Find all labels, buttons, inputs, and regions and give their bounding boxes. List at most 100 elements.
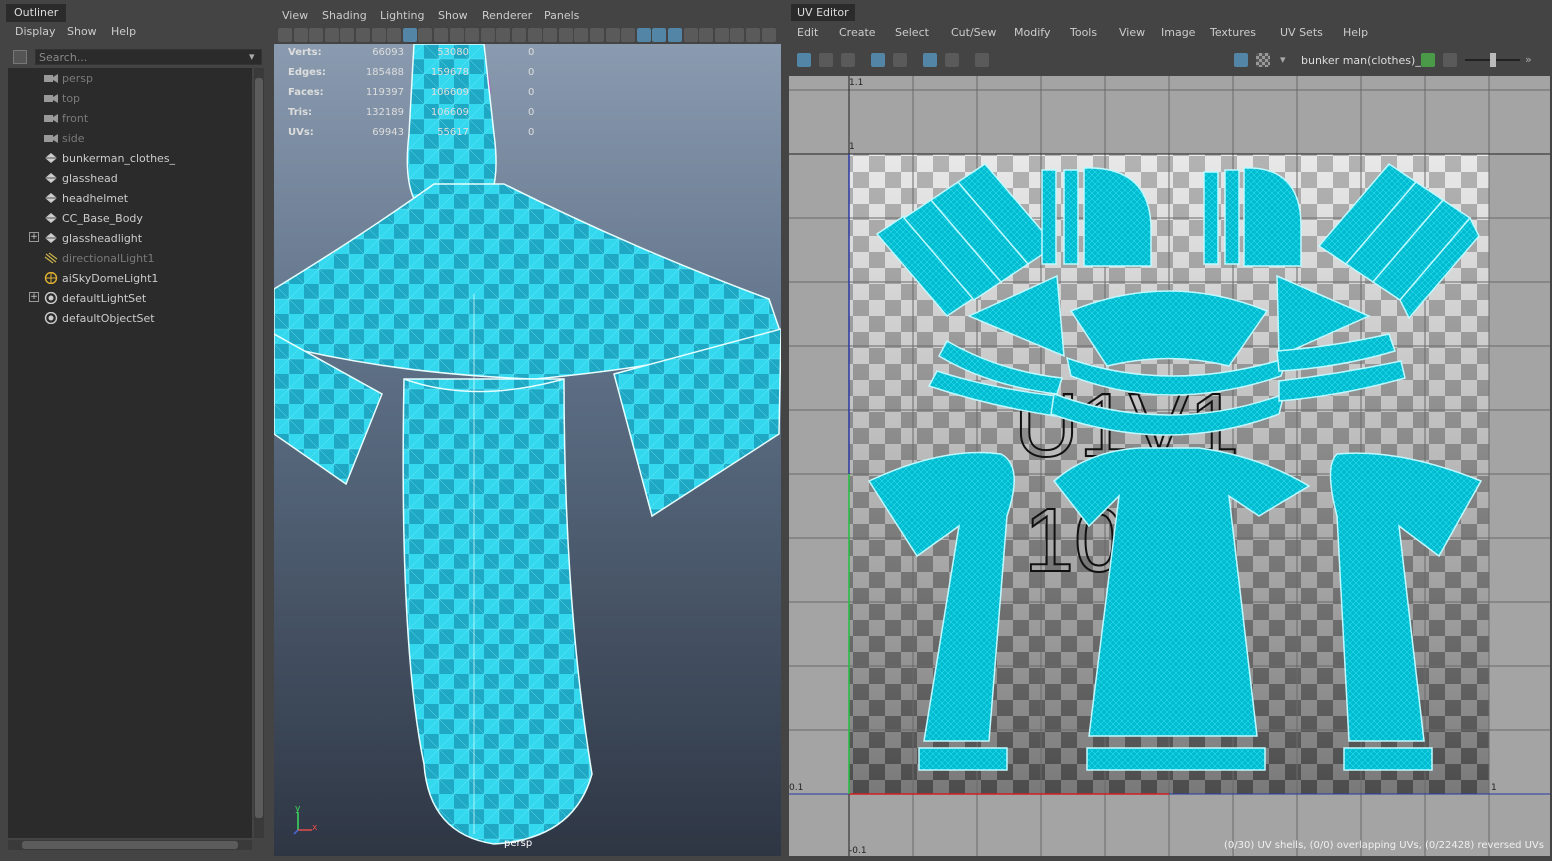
viewport-menu-panels[interactable]: Panels: [544, 9, 579, 22]
viewport-tool-icon[interactable]: [543, 28, 558, 42]
toolbar-overflow-icon[interactable]: »: [1525, 53, 1532, 66]
snapshot-camera-icon[interactable]: [975, 53, 989, 67]
uv-menu-help[interactable]: Help: [1343, 26, 1368, 39]
hud-stat-selected: 53080: [437, 47, 469, 58]
image-icon[interactable]: [1443, 53, 1457, 67]
hud-stat-label: Verts:: [288, 47, 322, 58]
outliner-item-directionallight1[interactable]: directionalLight1: [8, 248, 252, 268]
outliner-item-aiskydomelight1[interactable]: aiSkyDomeLight1: [8, 268, 252, 288]
outliner-item-defaultobjectset[interactable]: defaultObjectSet: [8, 308, 252, 328]
viewport-tool-icon[interactable]: [371, 28, 386, 42]
uv-menu-view[interactable]: View: [1119, 26, 1145, 39]
uv-select-shell-icon[interactable]: [797, 53, 811, 67]
chevron-down-icon[interactable]: ▾: [1280, 53, 1286, 66]
directional-light-icon: [44, 252, 58, 264]
chevron-down-icon[interactable]: ▾: [249, 50, 255, 63]
uv-menu-tools[interactable]: Tools: [1070, 26, 1097, 39]
uv-menu-image[interactable]: Image: [1161, 26, 1195, 39]
viewport-tool-icon[interactable]: [558, 28, 573, 42]
viewport-tool-icon[interactable]: [590, 28, 604, 42]
viewport-menu-view[interactable]: View: [282, 9, 308, 22]
uv-menu-edit[interactable]: Edit: [797, 26, 818, 39]
viewport-tool-icon[interactable]: [605, 28, 620, 42]
viewport-tool-icon[interactable]: [340, 28, 355, 42]
texture-name-dropdown[interactable]: bunker man(clothes)_l: [1301, 54, 1424, 67]
outliner-search-input[interactable]: Search... ▾: [35, 49, 262, 65]
viewport-menu-show[interactable]: Show: [438, 9, 468, 22]
outliner-tab[interactable]: Outliner: [6, 4, 67, 22]
uv-coord-bottom: -0.1: [849, 846, 867, 856]
mesh-icon: [44, 172, 58, 184]
viewport-menu-lighting[interactable]: Lighting: [380, 9, 424, 22]
viewport-tool-icon[interactable]: [730, 28, 745, 42]
viewport-tool-icon[interactable]: [512, 28, 526, 42]
outliner-item-label: persp: [62, 72, 93, 85]
expand-icon[interactable]: +: [29, 292, 39, 302]
viewport-tool-icon[interactable]: [652, 28, 667, 42]
outliner-item-top[interactable]: top: [8, 88, 252, 108]
uv-menu-select[interactable]: Select: [895, 26, 929, 39]
viewport-tool-icon[interactable]: [387, 28, 402, 42]
uv-canvas[interactable]: U1V1 1001: [789, 76, 1550, 856]
outliner-hscrollbar[interactable]: [8, 840, 252, 850]
uv-tool-icon[interactable]: [871, 53, 885, 67]
viewport-tool-icon[interactable]: [402, 28, 417, 42]
outliner-item-front[interactable]: front: [8, 108, 252, 128]
viewport-menu-renderer[interactable]: Renderer: [482, 9, 532, 22]
viewport-tool-icon[interactable]: [714, 28, 729, 42]
uv-menu-cut-sew[interactable]: Cut/Sew: [951, 26, 996, 39]
viewport-tool-icon[interactable]: [418, 28, 433, 42]
outliner-item-glasshead[interactable]: glasshead: [8, 168, 252, 188]
uv-menu-modify[interactable]: Modify: [1014, 26, 1050, 39]
outliner-item-side[interactable]: side: [8, 128, 252, 148]
filter-icon[interactable]: [13, 50, 27, 64]
viewport-tool-icon[interactable]: [746, 28, 760, 42]
viewport-tool-icon[interactable]: [465, 28, 480, 42]
viewport-tool-icon[interactable]: [293, 28, 308, 42]
uv-menu-uv-sets[interactable]: UV Sets: [1280, 26, 1323, 39]
uv-menu-create[interactable]: Create: [839, 26, 876, 39]
viewport-tool-icon[interactable]: [496, 28, 511, 42]
viewport-tool-icon[interactable]: [683, 28, 698, 42]
outliner-item-cc-base-body[interactable]: CC_Base_Body: [8, 208, 252, 228]
uv-tool-icon[interactable]: [893, 53, 907, 67]
expand-icon[interactable]: +: [29, 232, 39, 242]
uv-tool-icon[interactable]: [819, 53, 833, 67]
viewport-tool-icon[interactable]: [527, 28, 542, 42]
outliner-menu-help[interactable]: Help: [111, 25, 136, 38]
axis-y-label: y: [295, 804, 301, 814]
viewport-tool-icon[interactable]: [699, 28, 714, 42]
viewport-3d-view[interactable]: Verts: 66093 53080 0 Edges: 185488 159678 0 Face…: [274, 44, 781, 856]
exposure-slider[interactable]: [1465, 53, 1520, 67]
outliner-menu-display[interactable]: Display: [15, 25, 56, 38]
viewport-tool-icon[interactable]: [356, 28, 370, 42]
viewport-tool-icon[interactable]: [636, 28, 651, 42]
outliner-item-defaultlightset[interactable]: + defaultLightSet: [8, 288, 252, 308]
persp-viewport-panel: View Shading Lighting Show Renderer Pane…: [270, 0, 785, 861]
uv-editor-tab[interactable]: UV Editor: [791, 4, 855, 21]
viewport-tool-icon[interactable]: [449, 28, 464, 42]
viewport-tool-icon[interactable]: [621, 28, 636, 42]
outliner-vscrollbar[interactable]: [254, 68, 264, 838]
outliner-item-bunkerman-clothes[interactable]: bunkerman_clothes_: [8, 148, 252, 168]
checker-toggle-icon[interactable]: [1256, 53, 1270, 67]
outliner-item-persp[interactable]: persp: [8, 68, 252, 88]
viewport-tool-icon[interactable]: [278, 28, 292, 42]
uv-menu-textures[interactable]: Textures: [1210, 26, 1256, 39]
viewport-tool-icon[interactable]: [574, 28, 589, 42]
viewport-tool-icon[interactable]: [761, 28, 776, 42]
gear-icon[interactable]: [945, 53, 959, 67]
display-image-icon[interactable]: [1234, 53, 1248, 67]
viewport-menu-shading[interactable]: Shading: [322, 9, 367, 22]
viewport-tool-icon[interactable]: [324, 28, 339, 42]
rgb-channel-icon[interactable]: [1421, 53, 1435, 67]
viewport-tool-icon[interactable]: [434, 28, 448, 42]
outliner-menu-show[interactable]: Show: [67, 25, 97, 38]
outliner-item-glassheadlight[interactable]: + glassheadlight: [8, 228, 252, 248]
grid-toggle-icon[interactable]: [923, 53, 937, 67]
outliner-item-headhelmet[interactable]: headhelmet: [8, 188, 252, 208]
uv-tool-icon[interactable]: [841, 53, 855, 67]
viewport-tool-icon[interactable]: [309, 28, 324, 42]
viewport-tool-icon[interactable]: [668, 28, 682, 42]
viewport-tool-icon[interactable]: [480, 28, 495, 42]
